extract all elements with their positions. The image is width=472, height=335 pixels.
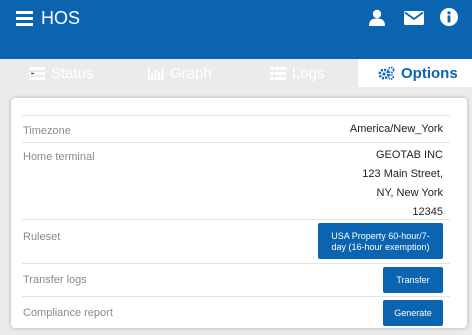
compliance-report-label: Compliance report [23,307,113,319]
generate-button[interactable]: Generate [383,300,443,326]
ruleset-label: Ruleset [23,231,61,243]
app-title: HOS [41,8,81,28]
bar-chart-icon [148,66,164,80]
user-icon[interactable] [369,9,385,26]
transfer-logs-row: Transfer logs Transfer [22,263,450,296]
compliance-report-row: Compliance report Generate [22,296,450,328]
tab-options[interactable]: Options [358,59,472,87]
tab-logs-label: Logs [292,64,325,82]
home-terminal-label: Home terminal [23,151,95,163]
title-bar: HOS [0,0,472,28]
ruleset-row: Ruleset USA Property 60-hour/7- day (16-… [22,219,450,263]
address-line: NY, New York [376,187,443,199]
tab-options-label: Options [401,64,458,82]
info-icon[interactable] [440,8,458,26]
tab-status[interactable]: Status [29,59,94,87]
timezone-row: Timezone America/New_York [22,115,450,142]
timezone-label: Timezone [23,125,71,137]
transfer-button[interactable]: Transfer [383,267,443,293]
app-header: HOS Status Graph Logs Options [0,0,472,87]
tab-graph[interactable]: Graph [148,59,212,87]
ruleset-button-line: USA Property 60-hour/7- [331,231,430,241]
tab-bar: Status Graph Logs Options [0,59,472,87]
mail-icon[interactable] [404,11,424,25]
menu-icon[interactable] [16,11,33,26]
list-icon [270,66,286,80]
address-line: 123 Main Street, [362,168,443,180]
ruleset-button-line: day (16-hour exemption) [331,242,430,252]
transfer-logs-label: Transfer logs [23,274,87,286]
ruleset-button[interactable]: USA Property 60-hour/7- day (16-hour exe… [318,223,443,259]
home-terminal-row: Home terminal GEOTAB INC 123 Main Street… [22,142,450,219]
timezone-value: America/New_York [349,123,443,135]
address-line: GEOTAB INC [375,149,443,161]
home-terminal-address: GEOTAB INC 123 Main Street, NY, New York… [362,146,443,222]
status-icon [29,66,45,80]
tab-status-label: Status [51,64,94,82]
gears-icon [378,66,395,80]
tab-logs[interactable]: Logs [270,59,325,87]
tab-graph-label: Graph [170,64,212,82]
options-card: Timezone America/New_York Home terminal … [11,98,467,328]
